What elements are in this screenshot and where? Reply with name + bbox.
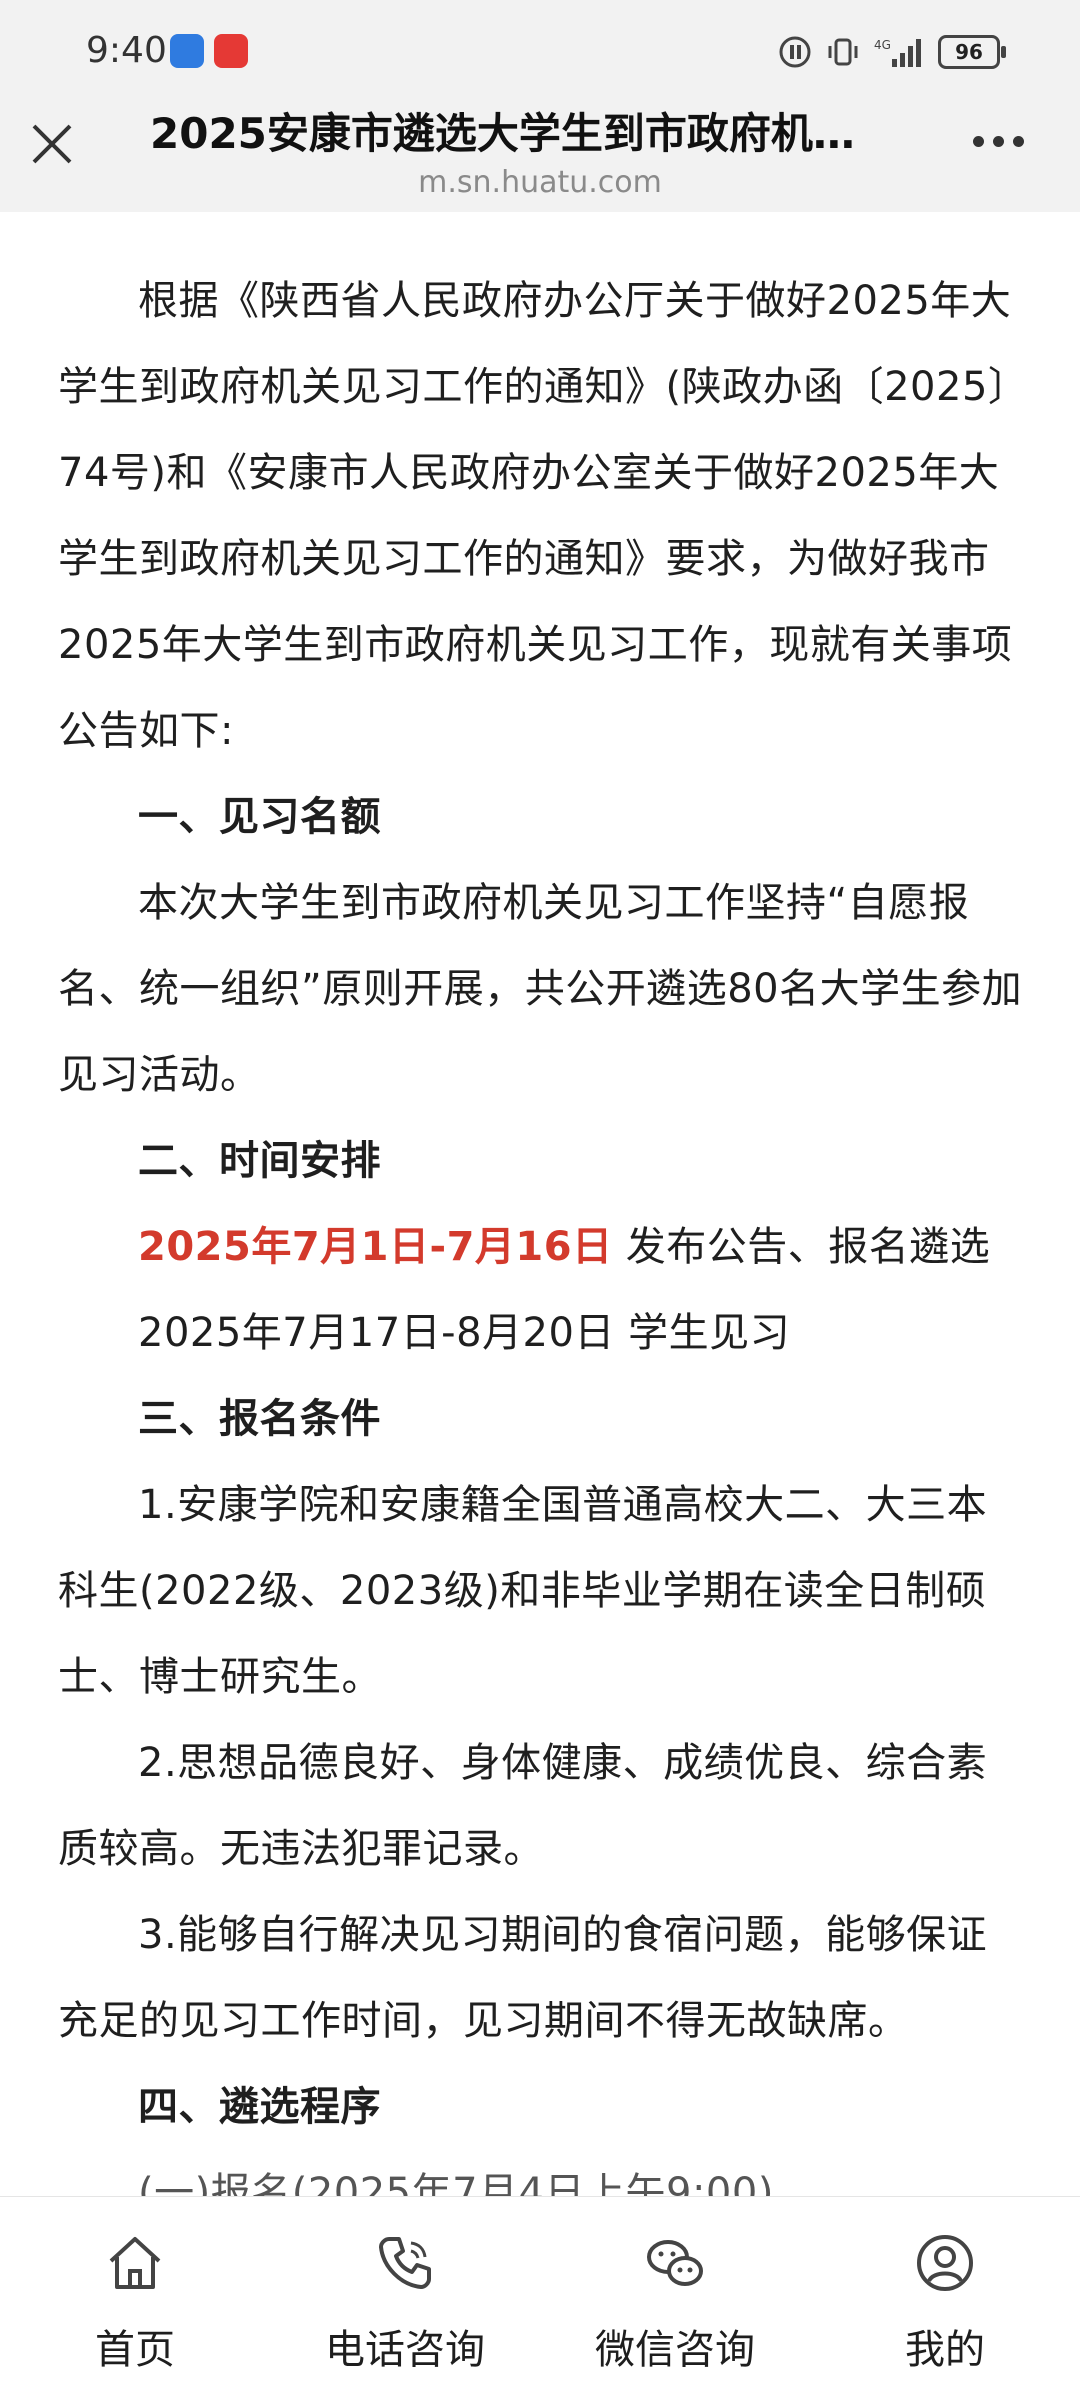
section-heading-schedule: 二、时间安排 (138, 1138, 381, 1184)
user-icon (917, 2235, 973, 2291)
battery-indicator: 96 (938, 35, 1006, 69)
section-heading-procedure: 四、遴选程序 (138, 2084, 381, 2130)
nav-wechat-label: 微信咨询 (595, 2327, 755, 2373)
qidian-app-icon (214, 34, 248, 68)
signal-icon: 4G (874, 38, 921, 67)
nav-home[interactable]: 首页 (0, 2197, 270, 2391)
schedule-text-1: 发布公告、报名遴选 (612, 1224, 991, 1270)
svg-text:4G: 4G (874, 38, 891, 52)
bottom-navigation: 首页 电话咨询 微信咨询 我的 (0, 2196, 1080, 2391)
phone-icon (379, 2237, 431, 2289)
home-icon (109, 2237, 161, 2289)
section-heading-conditions: 三、报名条件 (138, 1396, 381, 1442)
more-icon[interactable] (973, 136, 1024, 147)
nav-phone[interactable]: 电话咨询 (270, 2197, 540, 2391)
nav-phone-label: 电话咨询 (325, 2327, 485, 2373)
nav-mine-label: 我的 (905, 2327, 985, 2373)
condition-3: 3.能够自行解决见习期间的食宿问题，能够保证充足的见习工作时间，见习期间不得无故… (58, 1912, 988, 2044)
page-url: m.sn.huatu.com (418, 165, 662, 200)
page-title: 2025安康市遴选大学生到市政府机… (150, 109, 855, 158)
condition-2: 2.思想品德良好、身体健康、成绩优良、综合素质较高。无违法犯罪记录。 (58, 1740, 988, 1872)
nav-wechat[interactable]: 微信咨询 (540, 2197, 810, 2391)
nav-home-label: 首页 (95, 2327, 175, 2373)
vibrate-icon (828, 38, 858, 66)
close-icon[interactable] (28, 120, 76, 168)
schedule-line-1: 2025年7月1日-7月16日 发布公告、报名遴选 (58, 1204, 1023, 1290)
top-bar: 9:40 4G 96 2025安康市遴选大学生到市政府机… m.sn.huatu… (0, 0, 1080, 212)
status-icons: 4G 96 (778, 30, 1006, 74)
hd-icon (779, 36, 811, 68)
schedule-date-highlight: 2025年7月1日-7月16日 (138, 1224, 613, 1270)
intro-paragraph: 根据《陕西省人民政府办公厅关于做好2025年大学生到政府机关见习工作的通知》(陕… (58, 278, 1013, 754)
quota-paragraph: 本次大学生到市政府机关见习工作坚持“自愿报名、统一组织”原则开展，共公开遴选80… (58, 880, 1023, 1098)
schedule-line-2: 2025年7月17日-8月20日 学生见习 (138, 1310, 791, 1356)
condition-1: 1.安康学院和安康籍全国普通高校大二、大三本科生(2022级、2023级)和非毕… (58, 1482, 988, 1700)
weather-app-icon (170, 34, 204, 68)
wechat-icon (647, 2240, 703, 2286)
section-heading-quota: 一、见习名额 (138, 794, 381, 840)
nav-mine[interactable]: 我的 (810, 2197, 1080, 2391)
status-time: 9:40 (86, 30, 167, 71)
article-content: 根据《陕西省人民政府办公厅关于做好2025年大学生到政府机关见习工作的通知》(陕… (58, 170, 1023, 2236)
